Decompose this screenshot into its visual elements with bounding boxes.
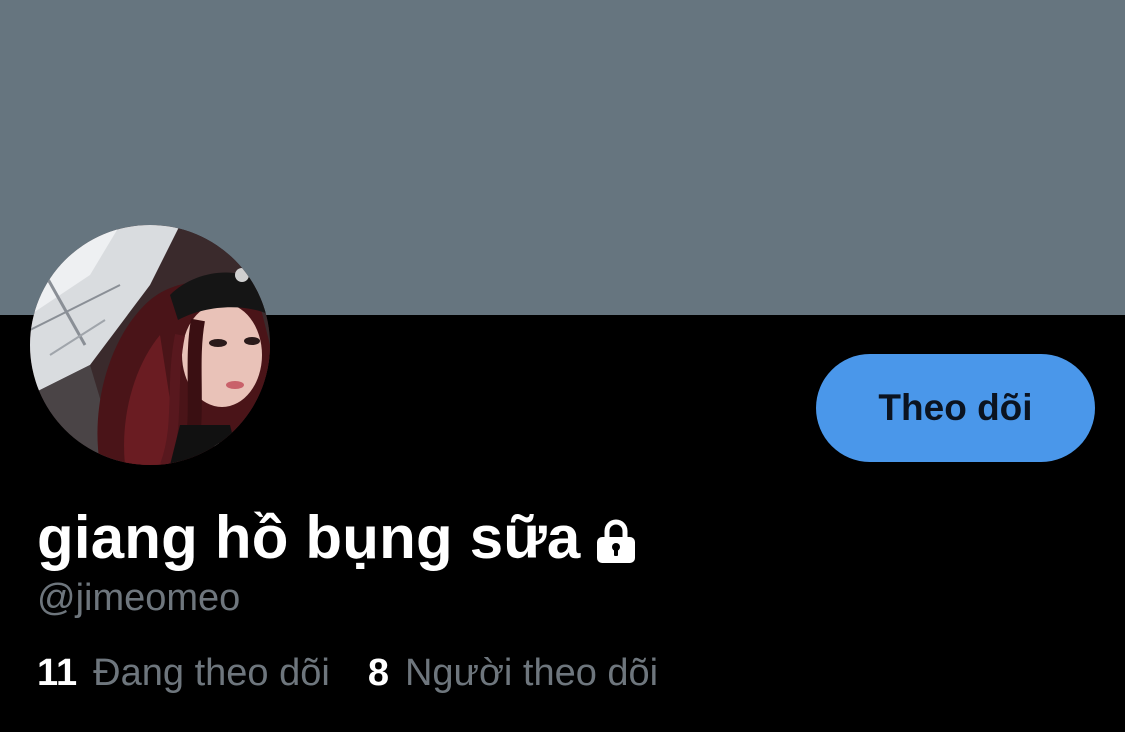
display-name: giang hồ bụng sữa bbox=[37, 504, 581, 571]
profile-handle: @jimeomeo bbox=[37, 577, 241, 619]
followers-link[interactable]: 8 Người theo dõi bbox=[368, 648, 658, 698]
profile-avatar[interactable] bbox=[30, 225, 270, 465]
followers-label: Người theo dõi bbox=[404, 652, 659, 694]
following-link[interactable]: 11 Đang theo dõi bbox=[37, 648, 330, 698]
lock-icon bbox=[593, 518, 639, 564]
profile-name-row: giang hồ bụng sữa bbox=[37, 502, 639, 574]
profile-stats: 11 Đang theo dõi 8 Người theo dõi bbox=[37, 648, 658, 698]
follow-button[interactable]: Theo dõi bbox=[816, 354, 1095, 462]
followers-count: 8 bbox=[367, 652, 389, 694]
following-label: Đang theo dõi bbox=[93, 652, 330, 694]
avatar-image bbox=[30, 225, 270, 465]
following-count: 11 bbox=[37, 652, 78, 694]
